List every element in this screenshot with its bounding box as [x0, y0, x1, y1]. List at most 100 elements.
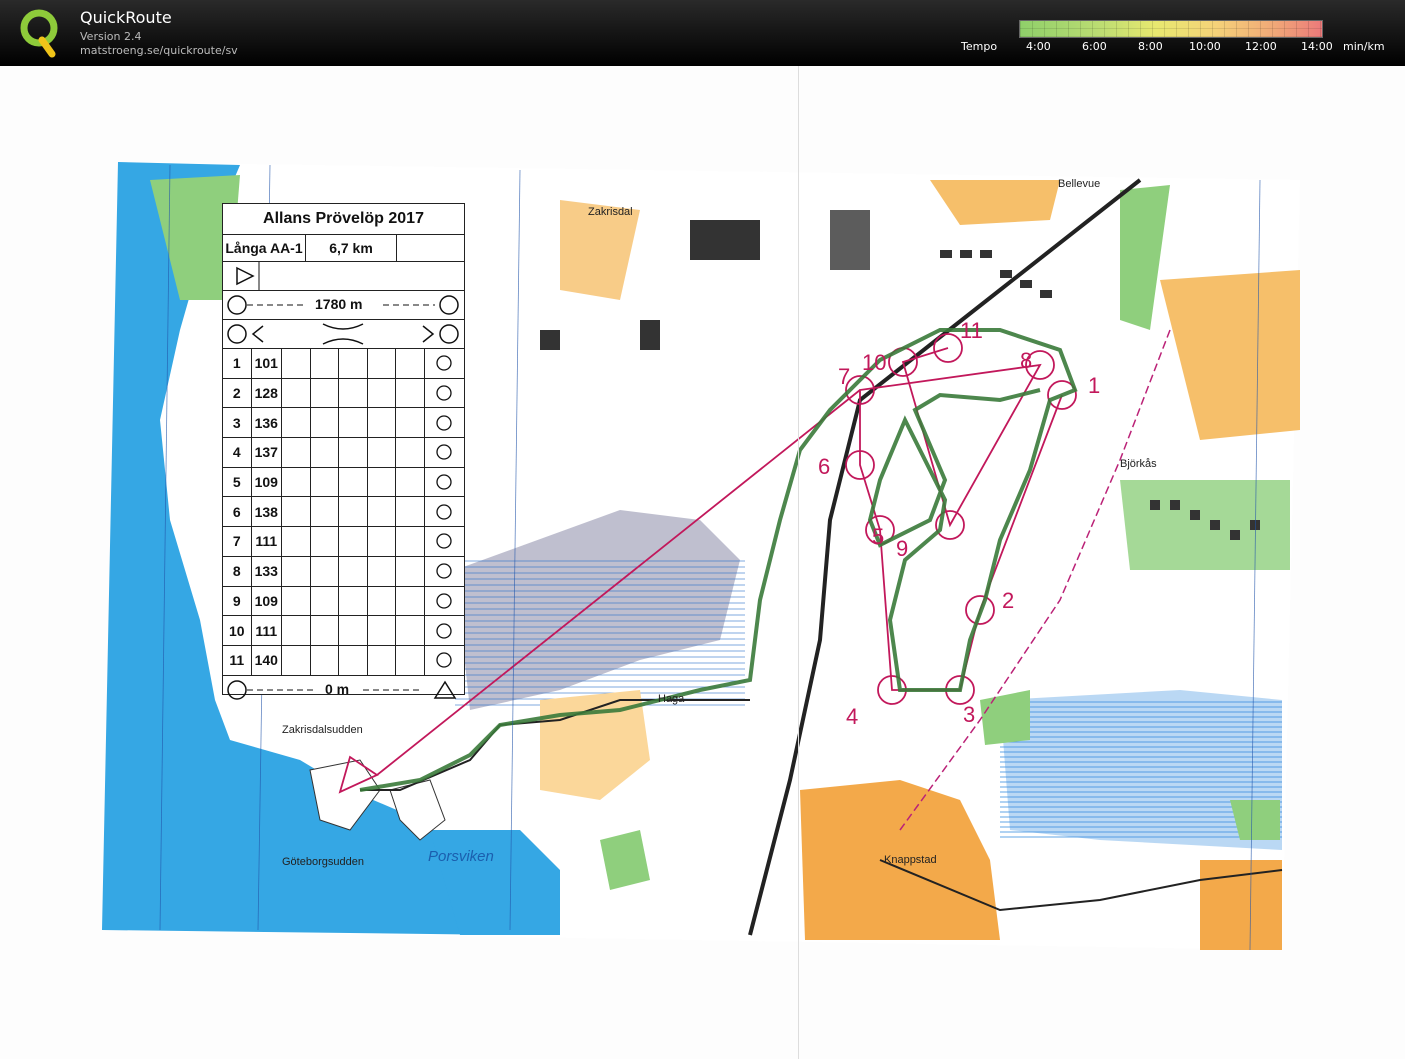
control-description-sheet: Allans Prövelöp 2017 Långa AA-1 6,7 km 1… — [222, 203, 465, 700]
control-symbol-c — [282, 616, 311, 645]
marked-route-row: 1780 m — [223, 291, 464, 320]
control-symbol-h — [425, 408, 464, 437]
tempo-tick: 10:00 — [1189, 40, 1221, 53]
page-fold — [798, 66, 799, 1059]
app-url[interactable]: matstroeng.se/quickroute/sv — [80, 44, 238, 57]
control-symbol-h — [425, 527, 464, 556]
control-number: 10 — [862, 350, 887, 375]
control-location-icon — [436, 652, 452, 668]
control-number: 9 — [896, 536, 909, 561]
control-row: 9 109 — [223, 586, 464, 617]
control-location-icon — [436, 385, 452, 401]
control-symbol-f — [368, 408, 397, 438]
crossing-point-icon — [227, 323, 459, 345]
finish-row: 0 m — [223, 676, 464, 704]
place-label: Bellevue — [1058, 178, 1101, 190]
circle-icon — [439, 295, 459, 315]
control-symbol-e — [339, 645, 368, 675]
control-symbol-c — [282, 586, 311, 616]
tempo-label: Tempo — [961, 40, 998, 53]
control-num: 9 — [223, 586, 252, 616]
control-number: 2 — [1002, 588, 1015, 613]
orienteering-map[interactable] — [0, 66, 1405, 1059]
control-num: 5 — [223, 467, 252, 497]
control-location-icon — [436, 533, 452, 550]
control-number: 6 — [818, 454, 831, 479]
control-location-icon — [436, 474, 452, 490]
tempo-tick: 8:00 — [1138, 40, 1163, 53]
building — [690, 220, 760, 260]
control-row: 3 136 — [223, 408, 464, 439]
control-row: 8 133 — [223, 556, 464, 587]
control-symbol-d — [311, 378, 340, 408]
control-symbol-e — [339, 467, 368, 497]
control-row: 11 140 — [223, 645, 464, 676]
control-symbol-d — [311, 616, 340, 645]
course-name: Långa AA-1 — [223, 235, 306, 261]
quickroute-logo-icon — [20, 9, 58, 58]
control-code: 109 — [252, 467, 283, 497]
control-symbol-g — [396, 438, 425, 467]
control-location-icon — [436, 504, 452, 520]
control-symbol-g — [396, 556, 425, 586]
control-symbol-g — [396, 408, 425, 438]
control-symbol-f — [368, 586, 397, 616]
control-symbol-f — [368, 349, 397, 378]
start-row — [223, 262, 464, 291]
control-num: 10 — [223, 616, 252, 645]
control-row: 4 137 — [223, 438, 464, 468]
control-number: 4 — [846, 704, 859, 729]
tempo-tick: 14:00 — [1301, 40, 1333, 53]
control-symbol-d — [311, 467, 340, 497]
marked-route-length: 1780 m — [315, 296, 363, 312]
control-symbol-g — [396, 616, 425, 645]
control-number: 7 — [838, 364, 851, 389]
control-num: 1 — [223, 349, 252, 378]
control-row: 6 138 — [223, 497, 464, 528]
control-symbol-e — [339, 616, 368, 645]
crossing-row — [223, 320, 464, 349]
circle-icon — [227, 679, 247, 700]
control-code: 101 — [252, 349, 283, 378]
control-symbol-d — [311, 408, 340, 438]
control-symbol-g — [396, 497, 425, 527]
control-symbol-c — [282, 438, 311, 467]
app-version: Version 2.4 — [80, 30, 142, 43]
control-symbol-f — [368, 378, 397, 408]
finish-triangle-icon — [433, 680, 457, 699]
place-label: Göteborgsudden — [282, 856, 364, 868]
place-label: Haga — [658, 693, 685, 705]
place-label: Knappstad — [884, 854, 937, 866]
tempo-color-scale — [1019, 20, 1323, 38]
control-list: 1 101 2 128 3 136 4 137 5 109 6 138 7 111 8 133 9 109 10 11… — [223, 349, 464, 676]
place-label: Porsviken — [428, 848, 494, 865]
control-symbol-f — [368, 616, 397, 645]
control-symbol-c — [282, 645, 311, 675]
control-code: 109 — [252, 586, 283, 616]
control-symbol-g — [396, 527, 425, 556]
control-symbol-d — [311, 497, 340, 527]
control-symbol-f — [368, 497, 397, 527]
place-label: Zakrisdal — [588, 206, 633, 218]
control-location-icon — [436, 355, 452, 371]
control-row: 7 111 — [223, 527, 464, 557]
control-symbol-f — [368, 438, 397, 467]
control-symbol-g — [396, 349, 425, 378]
control-row: 1 101 — [223, 349, 464, 379]
control-symbol-f — [368, 556, 397, 586]
control-symbol-h — [425, 557, 464, 586]
control-symbol-e — [339, 438, 368, 467]
control-symbol-e — [339, 556, 368, 586]
control-symbol-g — [396, 378, 425, 408]
control-num: 7 — [223, 527, 252, 556]
control-symbol-h — [425, 497, 464, 526]
map-canvas[interactable]: Zakrisdal Bellevue Björkås Haga Zakrisda… — [0, 66, 1405, 1059]
control-symbol-d — [311, 527, 340, 556]
tempo-tick: 4:00 — [1026, 40, 1051, 53]
app-header: QuickRoute Version 2.4 matstroeng.se/qui… — [0, 0, 1405, 66]
control-num: 4 — [223, 438, 252, 467]
control-code: 137 — [252, 438, 283, 467]
control-symbol-f — [368, 645, 397, 675]
control-row: 2 128 — [223, 378, 464, 409]
control-symbol-h — [425, 349, 464, 378]
